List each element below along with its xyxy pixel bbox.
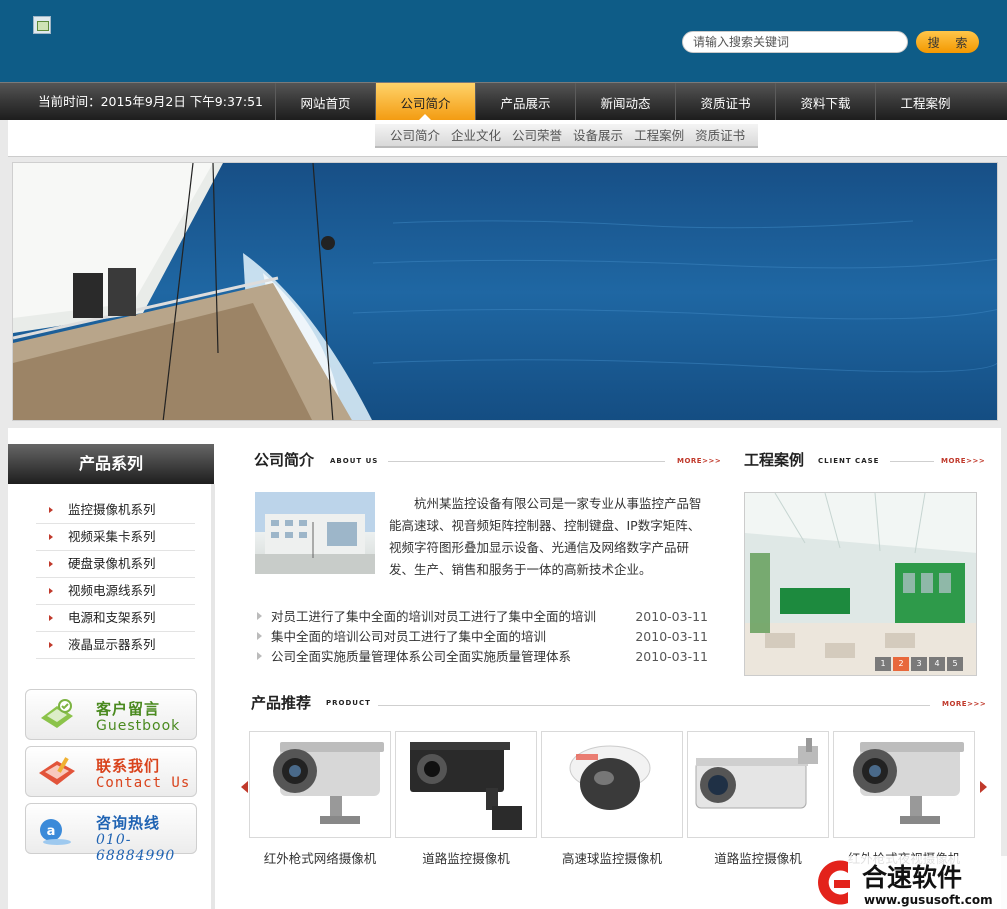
nav-item-products[interactable]: 产品展示 [475, 83, 575, 120]
products-more-link[interactable]: MORE>>> [942, 700, 986, 708]
search-button[interactable]: 搜 索 [916, 31, 979, 53]
products-title-en: PRODUCT [326, 699, 371, 707]
cases-title: 工程案例 [744, 451, 805, 469]
bullet-arrow-icon [49, 588, 53, 594]
category-title: 产品系列 [8, 444, 214, 484]
about-text: 杭州某监控设备有限公司是一家专业从事监控产品智能高速球、视音频矩阵控制器、控制键… [389, 496, 702, 577]
category-item[interactable]: 视频电源线系列 [36, 578, 195, 605]
svg-text:合速软件: 合速软件 [862, 863, 962, 892]
subnav: 公司简介 企业文化 公司荣誉 设备展示 工程案例 资质证书 [375, 124, 758, 148]
main-nav: 当前时间：2015年9月2日 下午9:37:51 网站首页 公司简介 产品展示 … [0, 82, 1007, 120]
product-name[interactable]: 高速球监控摄像机 [539, 848, 685, 867]
bullet-triangle-icon [257, 612, 262, 620]
about-more-link[interactable]: MORE>>> [677, 457, 721, 465]
case-page-button[interactable]: 3 [911, 657, 927, 671]
bullet-camera-image [273, 742, 384, 824]
news-list: 对员工进行了集中全面的培训对员工进行了集中全面的培训 2010-03-11 集中全… [256, 607, 708, 667]
case-page-button[interactable]: 4 [929, 657, 945, 671]
hero-banner [12, 162, 998, 421]
products-divider [378, 705, 930, 706]
hotline-button[interactable]: a 咨询热线 010-68884990 [25, 803, 197, 864]
subnav-item-honor[interactable]: 公司荣誉 [512, 124, 562, 146]
contact-us-title: 联系我们 [96, 757, 161, 775]
sailboat-sea-image [13, 163, 997, 420]
dome-camera-image [569, 745, 651, 810]
subnav-item-cases[interactable]: 工程案例 [634, 124, 684, 146]
product-name[interactable]: 道路监控摄像机 [393, 848, 539, 867]
about-title-en: ABOUT US [330, 457, 379, 465]
cases-more-link[interactable]: MORE>>> [941, 457, 985, 465]
product-card[interactable] [833, 731, 975, 838]
product-card[interactable] [687, 731, 829, 838]
case-pager: 1 2 3 4 5 [875, 657, 965, 671]
nav-item-home[interactable]: 网站首页 [275, 83, 375, 120]
nav-item-downloads[interactable]: 资料下载 [775, 83, 875, 120]
case-page-button[interactable]: 5 [947, 657, 963, 671]
left-column-divider [211, 484, 215, 909]
category-item[interactable]: 电源和支架系列 [36, 605, 195, 632]
bullet-triangle-icon [257, 652, 262, 660]
products-prev-arrow-icon[interactable] [241, 781, 248, 793]
guestbook-subtitle: Guestbook [96, 718, 181, 734]
road-camera-image [695, 738, 818, 809]
broken-logo-image-icon[interactable] [33, 16, 51, 34]
guestbook-title: 客户留言 [96, 700, 161, 718]
case-page-button-active[interactable]: 2 [893, 657, 909, 671]
cases-divider [890, 461, 934, 462]
guestbook-icon [41, 699, 73, 728]
cases-title-en: CLIENT CASE [818, 457, 880, 465]
bullet-arrow-icon [49, 534, 53, 540]
hotline-title: 咨询热线 [96, 814, 161, 832]
bullet-arrow-icon [49, 642, 53, 648]
bullet-arrow-icon [49, 507, 53, 513]
bank-hall-case-image[interactable] [744, 492, 977, 676]
site-header: 搜 索 [0, 0, 1007, 82]
hotline-icon: a [40, 819, 71, 845]
news-item[interactable]: 集中全面的培训公司对员工进行了集中全面的培训 2010-03-11 [256, 627, 708, 647]
category-item[interactable]: 硬盘录像机系列 [36, 551, 195, 578]
category-item[interactable]: 液晶显示器系列 [36, 632, 195, 659]
subnav-item-equipment[interactable]: 设备展示 [573, 124, 623, 146]
bullet-arrow-icon [49, 615, 53, 621]
products-next-arrow-icon[interactable] [980, 781, 987, 793]
bullet-camera-image [853, 742, 964, 824]
current-time: 当前时间：2015年9月2日 下午9:37:51 [38, 94, 263, 109]
hotline-number: 010-68884990 [96, 832, 176, 864]
search-input[interactable] [682, 31, 908, 53]
subnav-item-certificates[interactable]: 资质证书 [695, 124, 745, 146]
about-title: 公司简介 [254, 451, 315, 469]
contact-us-subtitle: Contact Us [96, 775, 191, 791]
svg-text:www.gususoft.com: www.gususoft.com [864, 893, 993, 907]
product-card[interactable] [541, 731, 683, 838]
category-item[interactable]: 监控摄像机系列 [36, 497, 195, 524]
news-item[interactable]: 公司全面实施质量管理体系公司全面实施质量管理体系 2010-03-11 [256, 647, 708, 667]
watermark-logo: 合速软件 www.gususoft.com [808, 856, 1007, 909]
products-title: 产品推荐 [251, 694, 312, 712]
about-divider [388, 461, 665, 462]
bullet-triangle-icon [257, 632, 262, 640]
guestbook-button[interactable]: 客户留言 Guestbook [25, 689, 197, 740]
svg-text:a: a [47, 824, 56, 839]
company-building-image [255, 492, 375, 574]
category-item[interactable]: 视频采集卡系列 [36, 524, 195, 551]
news-item[interactable]: 对员工进行了集中全面的培训对员工进行了集中全面的培训 2010-03-11 [256, 607, 708, 627]
subnav-item-culture[interactable]: 企业文化 [451, 124, 501, 146]
contact-us-button[interactable]: 联系我们 Contact Us [25, 746, 197, 797]
case-page-button[interactable]: 1 [875, 657, 891, 671]
subnav-item-about[interactable]: 公司简介 [390, 124, 440, 146]
contact-icon [39, 757, 75, 785]
product-name[interactable]: 红外枪式网络摄像机 [247, 848, 393, 867]
nav-item-news[interactable]: 新闻动态 [575, 83, 675, 120]
product-card[interactable] [249, 731, 391, 838]
box-camera-image [410, 742, 522, 830]
bullet-arrow-icon [49, 561, 53, 567]
nav-item-certificates[interactable]: 资质证书 [675, 83, 775, 120]
product-card[interactable] [395, 731, 537, 838]
nav-item-cases[interactable]: 工程案例 [875, 83, 975, 120]
category-list: 监控摄像机系列 视频采集卡系列 硬盘录像机系列 视频电源线系列 电源和支架系列 … [36, 497, 195, 659]
